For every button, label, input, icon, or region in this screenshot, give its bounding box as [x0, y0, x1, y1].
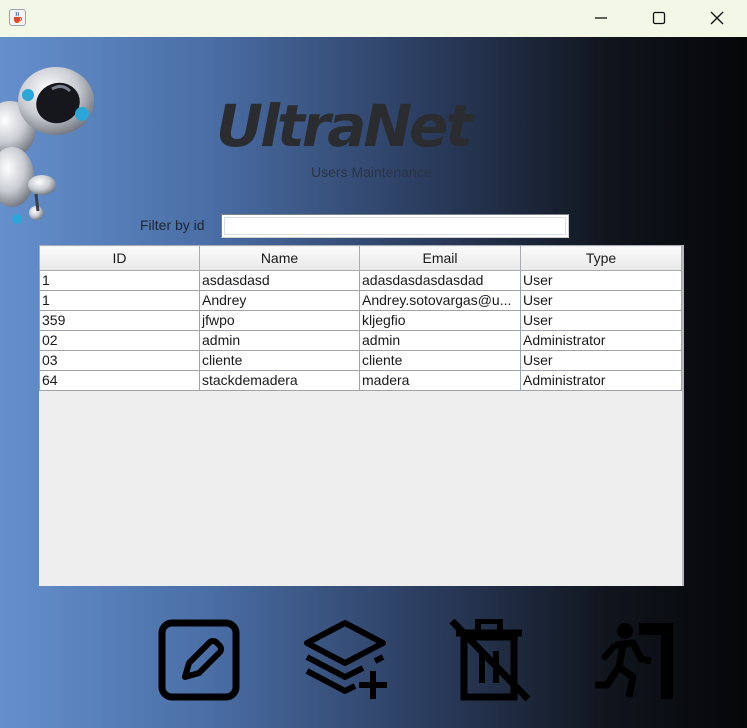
cell-id[interactable]: 359	[39, 310, 200, 331]
cell-name[interactable]: jfwpo	[199, 310, 360, 331]
column-header-email[interactable]: Email	[359, 245, 521, 271]
cell-type[interactable]: User	[520, 310, 682, 331]
column-header-type[interactable]: Type	[520, 245, 682, 271]
cell-type[interactable]: User	[520, 270, 682, 291]
table-row[interactable]: 02 admin admin Administrator	[39, 330, 682, 351]
cell-id[interactable]: 02	[39, 330, 200, 351]
cell-email[interactable]: admin	[359, 330, 521, 351]
pencil-square-icon	[158, 619, 240, 701]
cell-name[interactable]: Andrey	[199, 290, 360, 311]
close-icon	[710, 11, 724, 25]
java-cup-icon	[9, 9, 26, 26]
cell-type[interactable]: Administrator	[520, 330, 682, 351]
cell-email[interactable]: madera	[359, 370, 521, 391]
table-row[interactable]: 1 asdasdasd adasdasdasdasdad User	[39, 270, 682, 291]
cell-id[interactable]: 1	[39, 270, 200, 291]
delete-user-button[interactable]	[448, 618, 532, 705]
exit-button[interactable]	[593, 619, 677, 705]
window-titlebar	[0, 0, 747, 38]
cell-type[interactable]: User	[520, 350, 682, 371]
edit-user-button[interactable]	[158, 619, 242, 705]
cell-type[interactable]: Administrator	[520, 370, 682, 391]
app-logo: UltraNet	[216, 92, 473, 160]
cell-email[interactable]: Andrey.sotovargas@u...	[359, 290, 521, 311]
trash-disabled-icon	[449, 618, 531, 702]
table-row[interactable]: 359 jfwpo kljegfio User	[39, 310, 682, 331]
close-button[interactable]	[688, 0, 746, 36]
page-subtitle: Users Maintenance	[311, 164, 432, 180]
robot-illustration	[0, 67, 94, 224]
cell-id[interactable]: 1	[39, 290, 200, 311]
cell-name[interactable]: stackdemadera	[199, 370, 360, 391]
layers-add-icon	[304, 620, 387, 699]
main-panel: UltraNet Users Maintenance Filter by id …	[0, 37, 747, 728]
cell-id[interactable]: 03	[39, 350, 200, 371]
maximize-button[interactable]	[630, 0, 688, 36]
users-table[interactable]: ID Name Email Type 1 asdasdasd adasdasda…	[39, 245, 684, 586]
minimize-icon	[595, 17, 607, 19]
cell-name[interactable]: cliente	[199, 350, 360, 371]
add-user-button[interactable]	[303, 619, 387, 705]
exit-door-icon	[595, 623, 673, 699]
maximize-icon	[652, 11, 666, 25]
column-header-id[interactable]: ID	[39, 245, 200, 271]
cell-email[interactable]: adasdasdasdasdad	[359, 270, 521, 291]
filter-id-input[interactable]	[221, 214, 569, 238]
cell-type[interactable]: User	[520, 290, 682, 311]
filter-label: Filter by id	[140, 217, 205, 233]
cell-name[interactable]: asdasdasd	[199, 270, 360, 291]
table-row[interactable]: 1 Andrey Andrey.sotovargas@u... User	[39, 290, 682, 311]
table-row[interactable]: 64 stackdemadera madera Administrator	[39, 370, 682, 391]
column-header-name[interactable]: Name	[199, 245, 360, 271]
cell-id[interactable]: 64	[39, 370, 200, 391]
cell-name[interactable]: admin	[199, 330, 360, 351]
cell-email[interactable]: cliente	[359, 350, 521, 371]
table-row[interactable]: 03 cliente cliente User	[39, 350, 682, 371]
cell-email[interactable]: kljegfio	[359, 310, 521, 331]
table-header-row: ID Name Email Type	[39, 245, 682, 271]
minimize-button[interactable]	[572, 0, 630, 36]
